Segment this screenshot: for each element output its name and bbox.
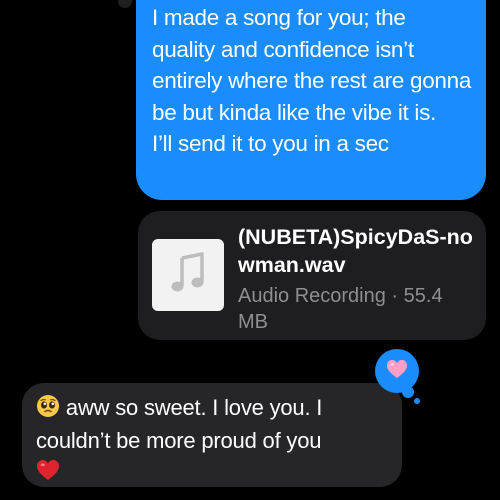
incoming-message-bubble[interactable]: aww so sweet. I love you. I couldn’t be …: [22, 383, 402, 487]
music-note-icon: [170, 251, 206, 299]
outgoing-message-text: I made a song for you; the quality and c…: [152, 5, 472, 156]
red-heart-emoji: [36, 459, 60, 489]
pleading-face-emoji: [36, 394, 60, 426]
file-thumbnail: [152, 239, 224, 311]
attachment-file-name: (NUBETA)SpicyDaS-nowman.wav: [238, 225, 473, 277]
tapback-reaction[interactable]: [375, 349, 419, 393]
tapback-tail: [402, 386, 414, 398]
tapback-tail-dot: [414, 398, 420, 404]
attachment-file-meta: Audio Recording · 55.4 MB: [238, 285, 443, 333]
partial-reaction-bubble: [118, 0, 132, 8]
pink-heart-icon: [386, 359, 408, 384]
audio-attachment-bubble[interactable]: (NUBETA)SpicyDaS-nowman.wav Audio Record…: [138, 211, 486, 340]
incoming-message-text: aww so sweet. I love you. I couldn’t be …: [36, 395, 323, 453]
outgoing-message-bubble[interactable]: I made a song for you; the quality and c…: [136, 0, 486, 200]
incoming-message-body: aww so sweet. I love you. I couldn’t be …: [36, 393, 390, 489]
message-thread: I made a song for you; the quality and c…: [0, 0, 500, 500]
